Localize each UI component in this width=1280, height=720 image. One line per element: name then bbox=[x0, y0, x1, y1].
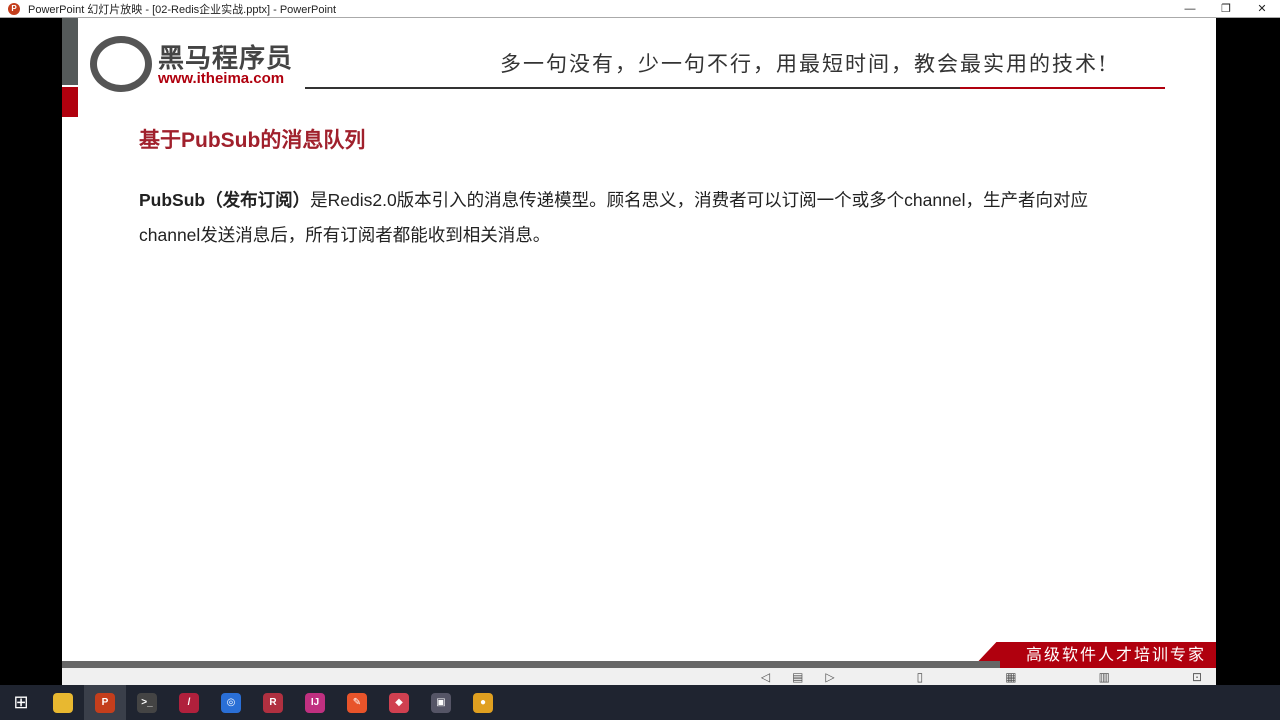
taskbar-pen-app[interactable]: / bbox=[168, 685, 210, 720]
windows-icon: ⊞ bbox=[13, 692, 29, 712]
decor-bar-red bbox=[62, 87, 78, 117]
powerpoint-icon: P bbox=[8, 2, 20, 15]
taskbar-file-explorer[interactable] bbox=[42, 685, 84, 720]
intellij-icon: IJ bbox=[305, 692, 325, 713]
terminal-icon: >_ bbox=[137, 692, 157, 713]
start-button[interactable]: ⊞ bbox=[0, 685, 42, 720]
window-titlebar: P PowerPoint 幻灯片放映 - [02-Redis企业实战.pptx]… bbox=[0, 0, 1280, 18]
previous-slide-icon[interactable]: ◁ bbox=[761, 670, 770, 684]
footer-banner: 高级软件人才培训专家 bbox=[972, 642, 1216, 668]
slideshow-controls: ◁ ▤ ▷ ▯ ▦ ▥ ⊡ bbox=[62, 661, 1216, 685]
slide-heading: 基于PubSub的消息队列 bbox=[139, 129, 366, 152]
slide-sorter-icon[interactable]: ▦ bbox=[1005, 670, 1016, 684]
redis-app-icon: R bbox=[263, 692, 283, 713]
postman-icon: ✎ bbox=[347, 692, 367, 713]
taskbar-redis-app[interactable]: R bbox=[252, 685, 294, 720]
header-divider bbox=[305, 87, 960, 89]
taskbar-intellij[interactable]: IJ bbox=[294, 685, 336, 720]
logo-url: www.itheima.com bbox=[158, 70, 285, 87]
file-explorer-icon bbox=[53, 692, 73, 713]
taskbar: ⊞ P >_ / ◎ R IJ ✎ ◆ ▣ ● bbox=[0, 685, 1280, 720]
horse-logo-icon bbox=[90, 36, 152, 92]
reading-view-icon[interactable]: ▥ bbox=[1099, 670, 1110, 684]
decor-bar-gray bbox=[62, 18, 78, 85]
powerpoint-icon: P bbox=[95, 692, 115, 713]
slide[interactable]: 黑马程序员 www.itheima.com 多一句没有，少一句不行，用最短时间，… bbox=[62, 18, 1216, 668]
taskbar-chrome[interactable]: ● bbox=[462, 685, 504, 720]
drawing-app-icon: ◆ bbox=[389, 692, 409, 713]
header-divider-accent bbox=[960, 87, 1165, 89]
body-bold: PubSub（发布订阅） bbox=[139, 190, 311, 210]
browser-app-icon: ◎ bbox=[221, 692, 241, 713]
minimize-button[interactable]: — bbox=[1172, 0, 1208, 18]
next-slide-icon[interactable]: ▷ bbox=[825, 670, 834, 684]
slide-body: PubSub（发布订阅）是Redis2.0版本引入的消息传递模型。顾名思义，消费… bbox=[139, 183, 1139, 253]
taskbar-drawing-app[interactable]: ◆ bbox=[378, 685, 420, 720]
normal-view-icon[interactable]: ▯ bbox=[917, 670, 924, 684]
taskbar-remote-app[interactable]: ▣ bbox=[420, 685, 462, 720]
taskbar-powerpoint[interactable]: P bbox=[84, 685, 126, 720]
chrome-icon: ● bbox=[473, 692, 493, 713]
see-all-slides-icon[interactable]: ▤ bbox=[792, 670, 803, 684]
close-button[interactable]: ✕ bbox=[1244, 0, 1280, 18]
taskbar-browser-app[interactable]: ◎ bbox=[210, 685, 252, 720]
slogan: 多一句没有，少一句不行，用最短时间，教会最实用的技术! bbox=[500, 52, 1109, 76]
taskbar-terminal[interactable]: >_ bbox=[126, 685, 168, 720]
pen-app-icon: / bbox=[179, 692, 199, 713]
footer-gray-strip bbox=[62, 661, 1000, 668]
window-title: PowerPoint 幻灯片放映 - [02-Redis企业实战.pptx] -… bbox=[28, 3, 337, 16]
taskbar-postman[interactable]: ✎ bbox=[336, 685, 378, 720]
remote-app-icon: ▣ bbox=[431, 692, 451, 713]
slideshow-view-icon[interactable]: ⊡ bbox=[1192, 670, 1202, 684]
restore-button[interactable]: ❐ bbox=[1208, 0, 1244, 18]
